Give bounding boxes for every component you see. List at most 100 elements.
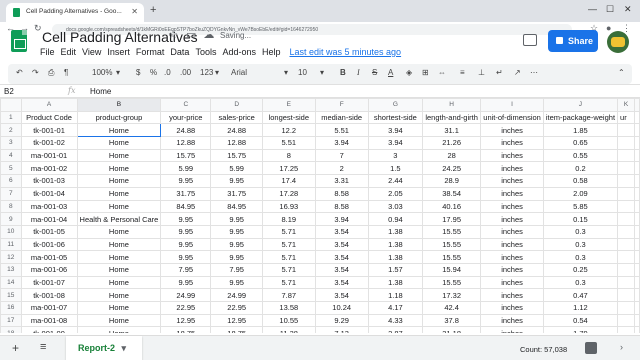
cell[interactable]: 3.54 (314, 288, 369, 302)
sheet-tab-report-2[interactable]: Report-2 ▾ (66, 336, 142, 360)
cell[interactable] (634, 148, 640, 163)
cell[interactable]: inches (480, 262, 544, 277)
cell[interactable] (634, 326, 640, 333)
cell[interactable]: 8.58 (314, 199, 369, 214)
cell[interactable]: Home (76, 262, 162, 277)
cell[interactable] (634, 110, 640, 125)
cell[interactable]: 3.94 (314, 212, 369, 226)
cell[interactable]: 1.38 (367, 237, 423, 252)
cell[interactable]: 0.3 (542, 237, 619, 252)
cell[interactable] (617, 212, 635, 226)
column-header[interactable]: G (367, 98, 423, 112)
sheets-logo-icon[interactable] (11, 30, 27, 52)
cell[interactable]: 1.38 (367, 275, 423, 290)
cell[interactable]: 15.55 (421, 250, 482, 264)
row-header[interactable]: 6 (0, 174, 22, 188)
cell[interactable]: 0.47 (542, 288, 619, 302)
row-header[interactable]: 4 (0, 148, 22, 163)
cell[interactable]: 10.24 (314, 301, 369, 315)
cell[interactable]: 22.95 (210, 301, 264, 315)
cell[interactable]: sales-price (210, 110, 264, 125)
cell[interactable]: 31.18 (421, 326, 482, 333)
cell[interactable]: 2.87 (367, 326, 423, 333)
italic-button[interactable]: I (357, 68, 360, 77)
increase-decimal-button[interactable]: .00 (180, 68, 191, 77)
column-header[interactable]: F (314, 98, 369, 112)
cell[interactable]: 1.38 (367, 250, 423, 264)
cell[interactable]: 15.55 (421, 237, 482, 252)
cell[interactable]: inches (480, 123, 544, 138)
cell[interactable]: inches (480, 250, 544, 264)
cell[interactable]: inches (480, 288, 544, 302)
cell[interactable] (634, 250, 640, 264)
menu-format[interactable]: Format (136, 47, 165, 57)
percent-button[interactable]: % (150, 68, 157, 77)
cell[interactable]: 38.54 (421, 186, 482, 201)
cell[interactable] (617, 224, 635, 239)
cell[interactable]: 24.25 (421, 161, 482, 176)
cell[interactable]: 11.38 (262, 326, 316, 333)
cell[interactable]: 0.58 (542, 174, 619, 188)
cell[interactable]: 1.5 (367, 161, 423, 176)
cell[interactable]: inches (480, 224, 544, 239)
strikethrough-button[interactable]: S (372, 68, 377, 77)
font-select[interactable]: Arial (231, 68, 247, 77)
cell[interactable]: 24.99 (160, 288, 212, 302)
cell[interactable]: 1.18 (367, 288, 423, 302)
cell[interactable]: 5.85 (542, 199, 619, 214)
cell[interactable]: Home (76, 174, 162, 188)
cell[interactable]: 4.17 (367, 301, 423, 315)
cell[interactable] (617, 262, 635, 277)
cell[interactable]: 7.87 (262, 288, 316, 302)
cell[interactable]: 9.95 (160, 275, 212, 290)
cell[interactable]: 9.95 (210, 212, 264, 226)
cell[interactable]: 15.55 (421, 275, 482, 290)
cell[interactable]: unit-of-dimension (480, 110, 544, 125)
cell[interactable]: 12.95 (160, 313, 212, 328)
last-edit-link[interactable]: Last edit was 5 minutes ago (290, 47, 402, 57)
cell[interactable] (634, 262, 640, 277)
cell[interactable]: inches (480, 136, 544, 150)
cell[interactable] (617, 326, 635, 333)
cell[interactable]: ma-001-06 (20, 262, 78, 277)
maximize-icon[interactable]: ☐ (606, 4, 614, 15)
move-folder-icon[interactable]: ▭ (186, 29, 196, 41)
cell[interactable]: Home (76, 237, 162, 252)
cell[interactable]: 1.57 (367, 262, 423, 277)
column-header[interactable]: E (262, 98, 316, 112)
cell[interactable]: 2.09 (542, 186, 619, 201)
row-header[interactable]: 11 (0, 237, 22, 252)
cell[interactable]: 0.25 (542, 262, 619, 277)
cell[interactable] (634, 288, 640, 302)
cell[interactable] (634, 237, 640, 252)
column-header[interactable] (634, 98, 640, 112)
cell[interactable] (634, 212, 640, 226)
currency-button[interactable]: $ (136, 68, 140, 77)
cell[interactable]: 0.65 (542, 136, 619, 150)
cell[interactable]: median-side (314, 110, 369, 125)
cell[interactable]: 15.75 (160, 148, 212, 163)
row-header[interactable]: 2 (0, 123, 22, 138)
cell[interactable]: 2.44 (367, 174, 423, 188)
collapse-toolbar-icon[interactable]: ⌃ (618, 68, 625, 77)
column-header[interactable]: A (20, 98, 78, 112)
cell[interactable]: item-package-weight (542, 110, 619, 125)
cell[interactable]: inches (480, 174, 544, 188)
cell[interactable]: 7 (314, 148, 369, 163)
cell[interactable]: inches (480, 275, 544, 290)
cell[interactable] (617, 174, 635, 188)
cell[interactable]: tk-001-08 (20, 288, 78, 302)
cell[interactable] (617, 186, 635, 201)
row-header[interactable]: 7 (0, 186, 22, 201)
cell[interactable] (634, 275, 640, 290)
cell[interactable]: 9.29 (314, 313, 369, 328)
cell[interactable]: 12.88 (210, 136, 264, 150)
cell[interactable]: inches (480, 237, 544, 252)
cell[interactable]: 84.95 (210, 199, 264, 214)
fill-color-icon[interactable]: ◈ (406, 68, 412, 77)
column-header[interactable]: H (421, 98, 482, 112)
cell[interactable]: Home (76, 148, 162, 163)
cell[interactable]: Home (76, 161, 162, 176)
star-doc-icon[interactable]: ☆ (168, 29, 178, 41)
cell[interactable]: 0.3 (542, 224, 619, 239)
